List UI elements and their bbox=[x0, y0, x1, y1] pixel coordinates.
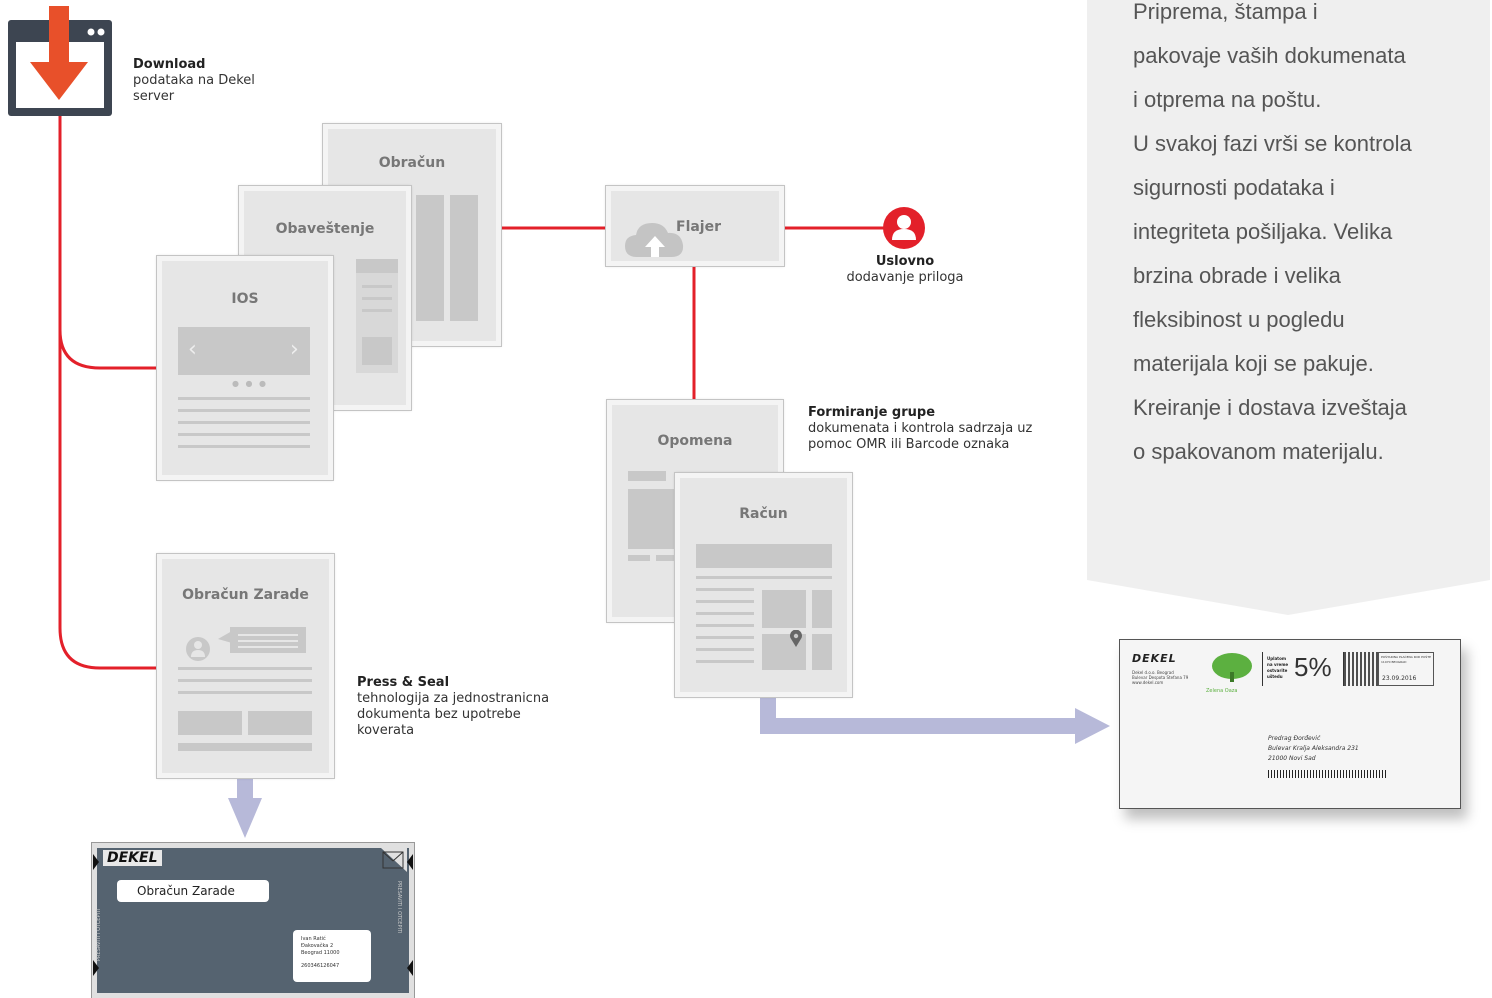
envelope: DEKEL Dekel d.o.o. Beograd Bulevar Despo… bbox=[1119, 639, 1461, 809]
arrow-to-envelope bbox=[760, 698, 1110, 744]
qr-code-icon bbox=[1344, 652, 1378, 686]
formiranje-text: dokumenata i kontrola sadrzaja uz pomoc … bbox=[808, 421, 1033, 452]
pns-label: Obračun Zarade bbox=[117, 880, 269, 902]
postal-barcode bbox=[1268, 770, 1386, 778]
carousel-dots: ● ● ● bbox=[232, 379, 269, 388]
map-block bbox=[762, 590, 806, 628]
doc-ios-title: IOS bbox=[231, 291, 259, 307]
formiranje-title: Formiranje grupe bbox=[808, 405, 936, 420]
envelope-date: 23.09.2016 bbox=[1382, 675, 1417, 682]
press-seal-document: DEKEL Obračun Zarade PRESAVITI I OTCEPIT… bbox=[91, 842, 415, 998]
pns-brand: DEKEL bbox=[103, 850, 162, 866]
doc-obracun-title: Obračun bbox=[378, 155, 446, 171]
pns-notch bbox=[93, 854, 99, 870]
doc-obracun-zarade: Obračun Zarade bbox=[156, 553, 335, 779]
doc-obracun-zarade-title: Obračun Zarade bbox=[182, 587, 309, 603]
doc-flajer-title: Flajer bbox=[676, 219, 722, 235]
doc-flajer: Flajer bbox=[605, 185, 785, 267]
pns-side-text-right: PRESAVITI I OTCEPITI bbox=[396, 881, 402, 934]
press-seal-text: tehnologija za jednostranicna dokumenta … bbox=[357, 691, 550, 738]
doc-obavestenje-title: Obaveštenje bbox=[275, 221, 375, 237]
tree-icon bbox=[1210, 652, 1254, 692]
chevron-right-icon: › bbox=[290, 337, 299, 362]
recipient: Predrag Đorđević Bulevar Kralja Aleksand… bbox=[1268, 735, 1359, 762]
pns-notch bbox=[407, 854, 413, 870]
user-icon bbox=[882, 206, 926, 254]
uslovno-title: Uslovno bbox=[875, 254, 935, 269]
download-title: Download bbox=[133, 57, 206, 72]
doc-opomena-title: Opomena bbox=[657, 433, 733, 449]
corner-fold-icon bbox=[381, 848, 407, 876]
person-chat-icon bbox=[178, 619, 308, 667]
pns-notch bbox=[93, 960, 99, 976]
uslovno-caption: Uslovno dodavanje priloga bbox=[830, 254, 980, 286]
envelope-brand: DEKEL bbox=[1132, 652, 1177, 665]
promo-text: Uplatom na vreme ostvarite uštedu bbox=[1267, 656, 1289, 679]
pns-address-box: Ivan Ratić Đakovačka 2 Beograd 11000 260… bbox=[293, 930, 371, 982]
download-caption: Download podataka na Dekel server bbox=[133, 57, 273, 105]
doc-racun-title: Račun bbox=[739, 506, 788, 522]
map-pin-icon bbox=[789, 629, 803, 652]
doc-ios: IOS ‹ › ● ● ● bbox=[156, 255, 334, 481]
formiranje-caption: Formiranje grupe dokumenata i kontrola s… bbox=[808, 405, 1048, 453]
pns-notch bbox=[407, 960, 413, 976]
download-icon bbox=[8, 0, 112, 116]
press-seal-title: Press & Seal bbox=[357, 675, 450, 690]
connector-zarade bbox=[58, 330, 158, 670]
tree-label: Zelena Oaza bbox=[1206, 688, 1238, 694]
discount: 5% bbox=[1294, 652, 1332, 682]
arrow-to-press-seal bbox=[228, 778, 262, 838]
envelope-sender: Dekel d.o.o. Beograd Bulevar Despota Ste… bbox=[1132, 670, 1189, 685]
download-text: podataka na Dekel server bbox=[133, 73, 255, 104]
pns-side-text-left: PRESAVITI I OTCEPITI bbox=[96, 908, 102, 961]
press-seal-caption: Press & Seal tehnologija za jednostranic… bbox=[357, 675, 577, 739]
chevron-left-icon: ‹ bbox=[188, 337, 197, 362]
doc-racun: Račun bbox=[674, 472, 853, 698]
connector-main bbox=[58, 115, 158, 370]
uslovno-text: dodavanje priloga bbox=[846, 270, 964, 285]
